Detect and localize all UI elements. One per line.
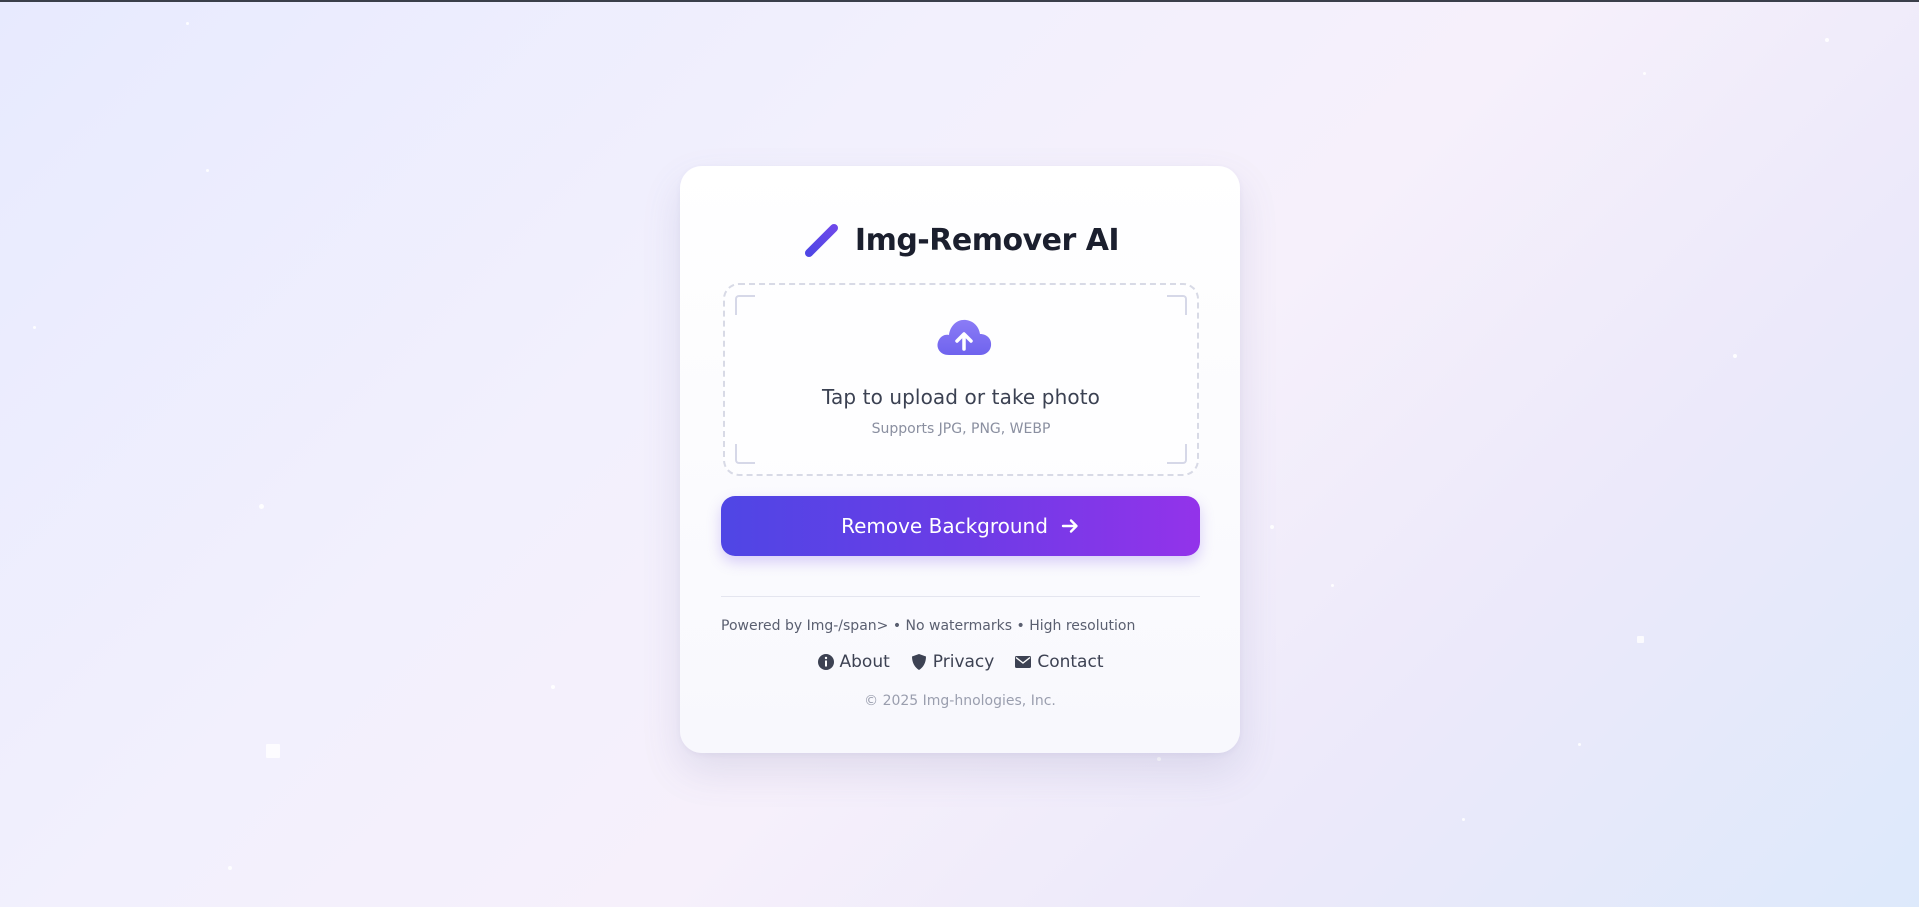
- corner-marker: [1167, 295, 1187, 315]
- powered-by-text: Powered by Img-/span> • No watermarks • …: [721, 618, 1136, 634]
- sparkle: [1270, 525, 1274, 529]
- envelope-icon: [1015, 656, 1032, 668]
- corner-marker: [1167, 444, 1187, 464]
- contact-link[interactable]: Contact: [1014, 652, 1103, 672]
- sparkle: [1643, 72, 1646, 75]
- privacy-link[interactable]: Privacy: [910, 652, 995, 672]
- brand-header: Img-Remover AI: [680, 218, 1240, 262]
- corner-marker: [735, 444, 755, 464]
- footer-divider: [721, 596, 1200, 597]
- app-title: Img-Remover AI: [854, 222, 1120, 258]
- sparkle: [266, 744, 280, 758]
- sparkle: [1157, 757, 1161, 761]
- sparkle: [259, 504, 264, 509]
- sparkle: [186, 22, 189, 25]
- remove-background-button[interactable]: Remove Background: [721, 496, 1200, 556]
- upload-formats: Supports JPG, PNG, WEBP: [871, 421, 1051, 437]
- privacy-link-label: Privacy: [932, 652, 995, 672]
- about-link[interactable]: About: [817, 652, 890, 672]
- about-link-label: About: [839, 652, 890, 672]
- sparkle: [1331, 584, 1334, 587]
- sparkle: [228, 866, 232, 870]
- info-circle-icon: [817, 654, 834, 670]
- remove-background-label: Remove Background: [841, 514, 1048, 538]
- shield-icon: [911, 654, 926, 670]
- sparkle: [33, 326, 36, 329]
- window-top-border: [0, 0, 1919, 2]
- corner-marker: [735, 295, 755, 315]
- contact-link-label: Contact: [1037, 652, 1104, 672]
- copyright-text: © 2025 Img-hnologies, Inc.: [864, 693, 1056, 709]
- main-card: Img-Remover AI Tap to upload or take pho…: [680, 166, 1240, 753]
- sparkle: [1578, 743, 1581, 746]
- sparkle: [1825, 38, 1829, 42]
- magic-wand-icon: [804, 224, 838, 257]
- sparkle: [551, 685, 555, 689]
- footer-links: About Privacy Contact: [680, 652, 1240, 672]
- cloud-upload-icon: [937, 319, 992, 355]
- sparkle: [1462, 818, 1465, 821]
- sparkle: [1637, 636, 1644, 643]
- sparkle: [1733, 354, 1737, 358]
- upload-dropzone[interactable]: Tap to upload or take photo Supports JPG…: [723, 283, 1199, 476]
- sparkle: [206, 169, 209, 172]
- upload-title: Tap to upload or take photo: [822, 385, 1100, 409]
- arrow-right-icon: [1061, 519, 1078, 533]
